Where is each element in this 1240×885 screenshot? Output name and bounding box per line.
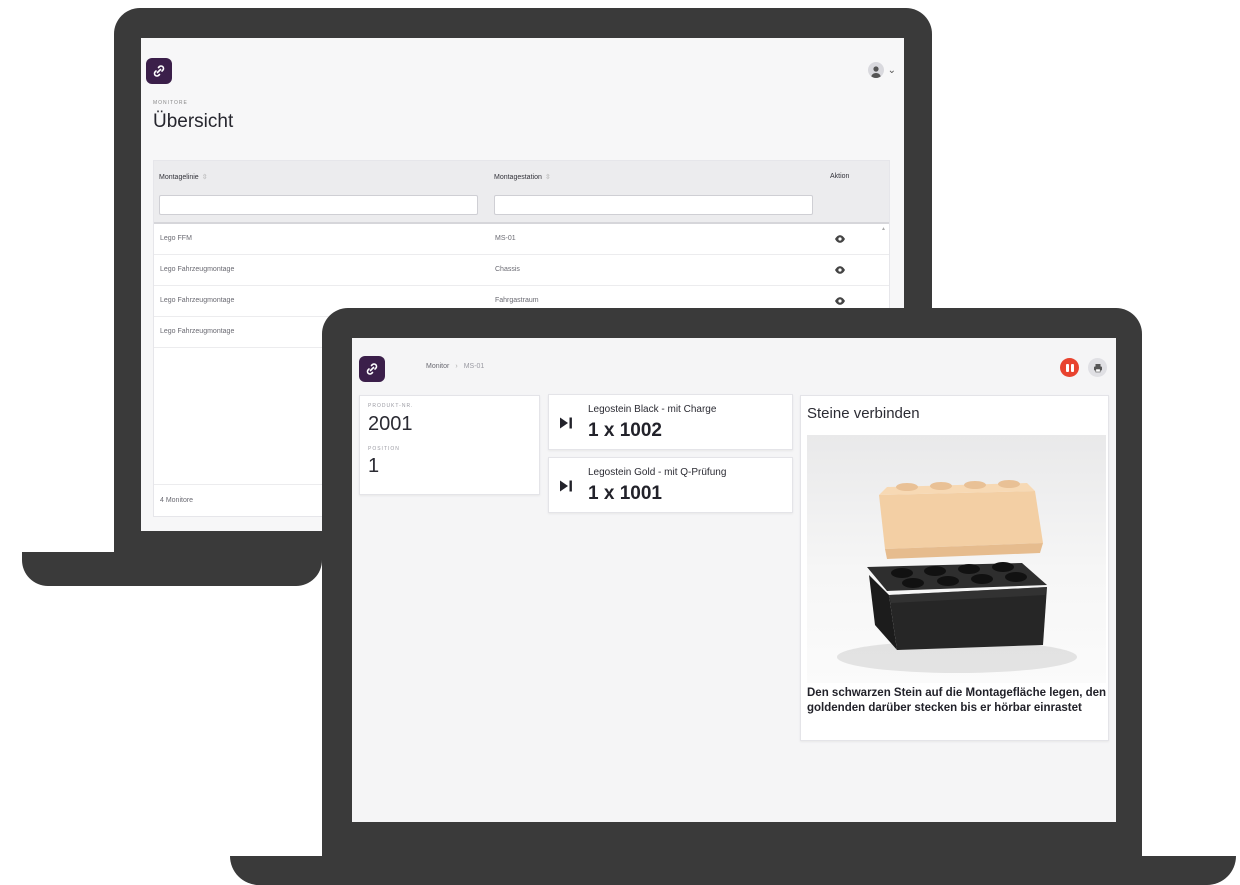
app-logo-icon[interactable] <box>146 58 172 84</box>
column-label: Montagestation <box>494 173 542 181</box>
part-card[interactable]: Legostein Gold - mit Q-Prüfung 1 x 1001 <box>548 457 793 513</box>
filter-input-montagelinie[interactable] <box>159 195 478 215</box>
column-header-aktion: Aktion <box>830 173 849 180</box>
table-row[interactable]: Lego Fahrzeugmontage Chassis <box>154 255 889 286</box>
chevron-down-icon: ⌄ <box>887 64 896 76</box>
table-row[interactable]: Lego FFM MS-01 <box>154 224 889 255</box>
breadcrumb: Monitor › MS-01 <box>426 363 484 370</box>
position-value: 1 <box>368 455 380 477</box>
table-header: Montagelinie ⇳ Montagestation ⇳ Aktion <box>154 161 889 224</box>
part-name: Legostein Black - mit Charge <box>588 404 717 415</box>
cell-line: Lego Fahrzeugmontage <box>160 297 235 304</box>
cell-station: MS-01 <box>495 235 516 242</box>
column-header-montagestation[interactable]: Montagestation ⇳ <box>494 173 551 182</box>
front-laptop-base <box>230 856 1236 885</box>
sort-icon: ⇳ <box>544 174 551 181</box>
part-card[interactable]: Legostein Black - mit Charge 1 x 1002 <box>548 394 793 450</box>
cell-station: Fahrgastraum <box>495 297 539 304</box>
print-button[interactable] <box>1088 358 1107 377</box>
view-eye-icon[interactable] <box>834 264 846 276</box>
step-title: Steine verbinden <box>807 405 920 422</box>
page-overline: MONITORE <box>153 100 188 106</box>
column-header-montagelinie[interactable]: Montagelinie ⇳ <box>159 173 208 182</box>
printer-icon <box>1093 363 1102 372</box>
pause-button[interactable] <box>1060 358 1079 377</box>
skip-next-icon <box>560 480 572 492</box>
product-card: PRODUKT-NR. 2001 POSITION 1 <box>359 395 540 495</box>
part-quantity: 1 x 1001 <box>588 483 662 504</box>
cell-line: Lego Fahrzeugmontage <box>160 266 235 273</box>
sort-icon: ⇳ <box>201 174 208 181</box>
skip-next-icon <box>560 417 572 429</box>
product-number: 2001 <box>368 413 413 435</box>
column-label: Aktion <box>830 173 850 180</box>
back-laptop-base <box>22 552 322 586</box>
column-label: Montagelinie <box>159 173 199 181</box>
front-laptop-screen: Monitor › MS-01 PRODUKT-NR. 2001 POSITIO… <box>352 338 1116 822</box>
breadcrumb-current: MS-01 <box>463 363 485 370</box>
breadcrumb-separator-icon: › <box>455 363 458 370</box>
avatar-icon <box>867 62 884 78</box>
step-image <box>807 435 1106 683</box>
part-quantity: 1 x 1002 <box>588 420 662 441</box>
step-description: Den schwarzen Stein auf die Montagefläch… <box>807 687 1107 714</box>
app-logo-icon[interactable] <box>359 356 385 382</box>
product-number-label: PRODUKT-NR. <box>368 403 414 409</box>
cell-line: Lego Fahrzeugmontage <box>160 328 235 335</box>
user-menu[interactable]: ⌄ <box>867 62 896 78</box>
work-step-card: Steine verbinden Den schwarzen Stein auf… <box>800 395 1109 741</box>
view-eye-icon[interactable] <box>834 295 846 307</box>
position-label: POSITION <box>368 446 400 452</box>
monitor-count: 4 Monitore <box>160 497 194 504</box>
part-name: Legostein Gold - mit Q-Prüfung <box>588 467 727 478</box>
filter-input-montagestation[interactable] <box>494 195 813 215</box>
breadcrumb-monitor[interactable]: Monitor <box>426 363 449 370</box>
view-eye-icon[interactable] <box>834 233 846 245</box>
cell-line: Lego FFM <box>160 235 192 242</box>
cell-station: Chassis <box>495 266 520 273</box>
page-title: Übersicht <box>153 111 234 132</box>
